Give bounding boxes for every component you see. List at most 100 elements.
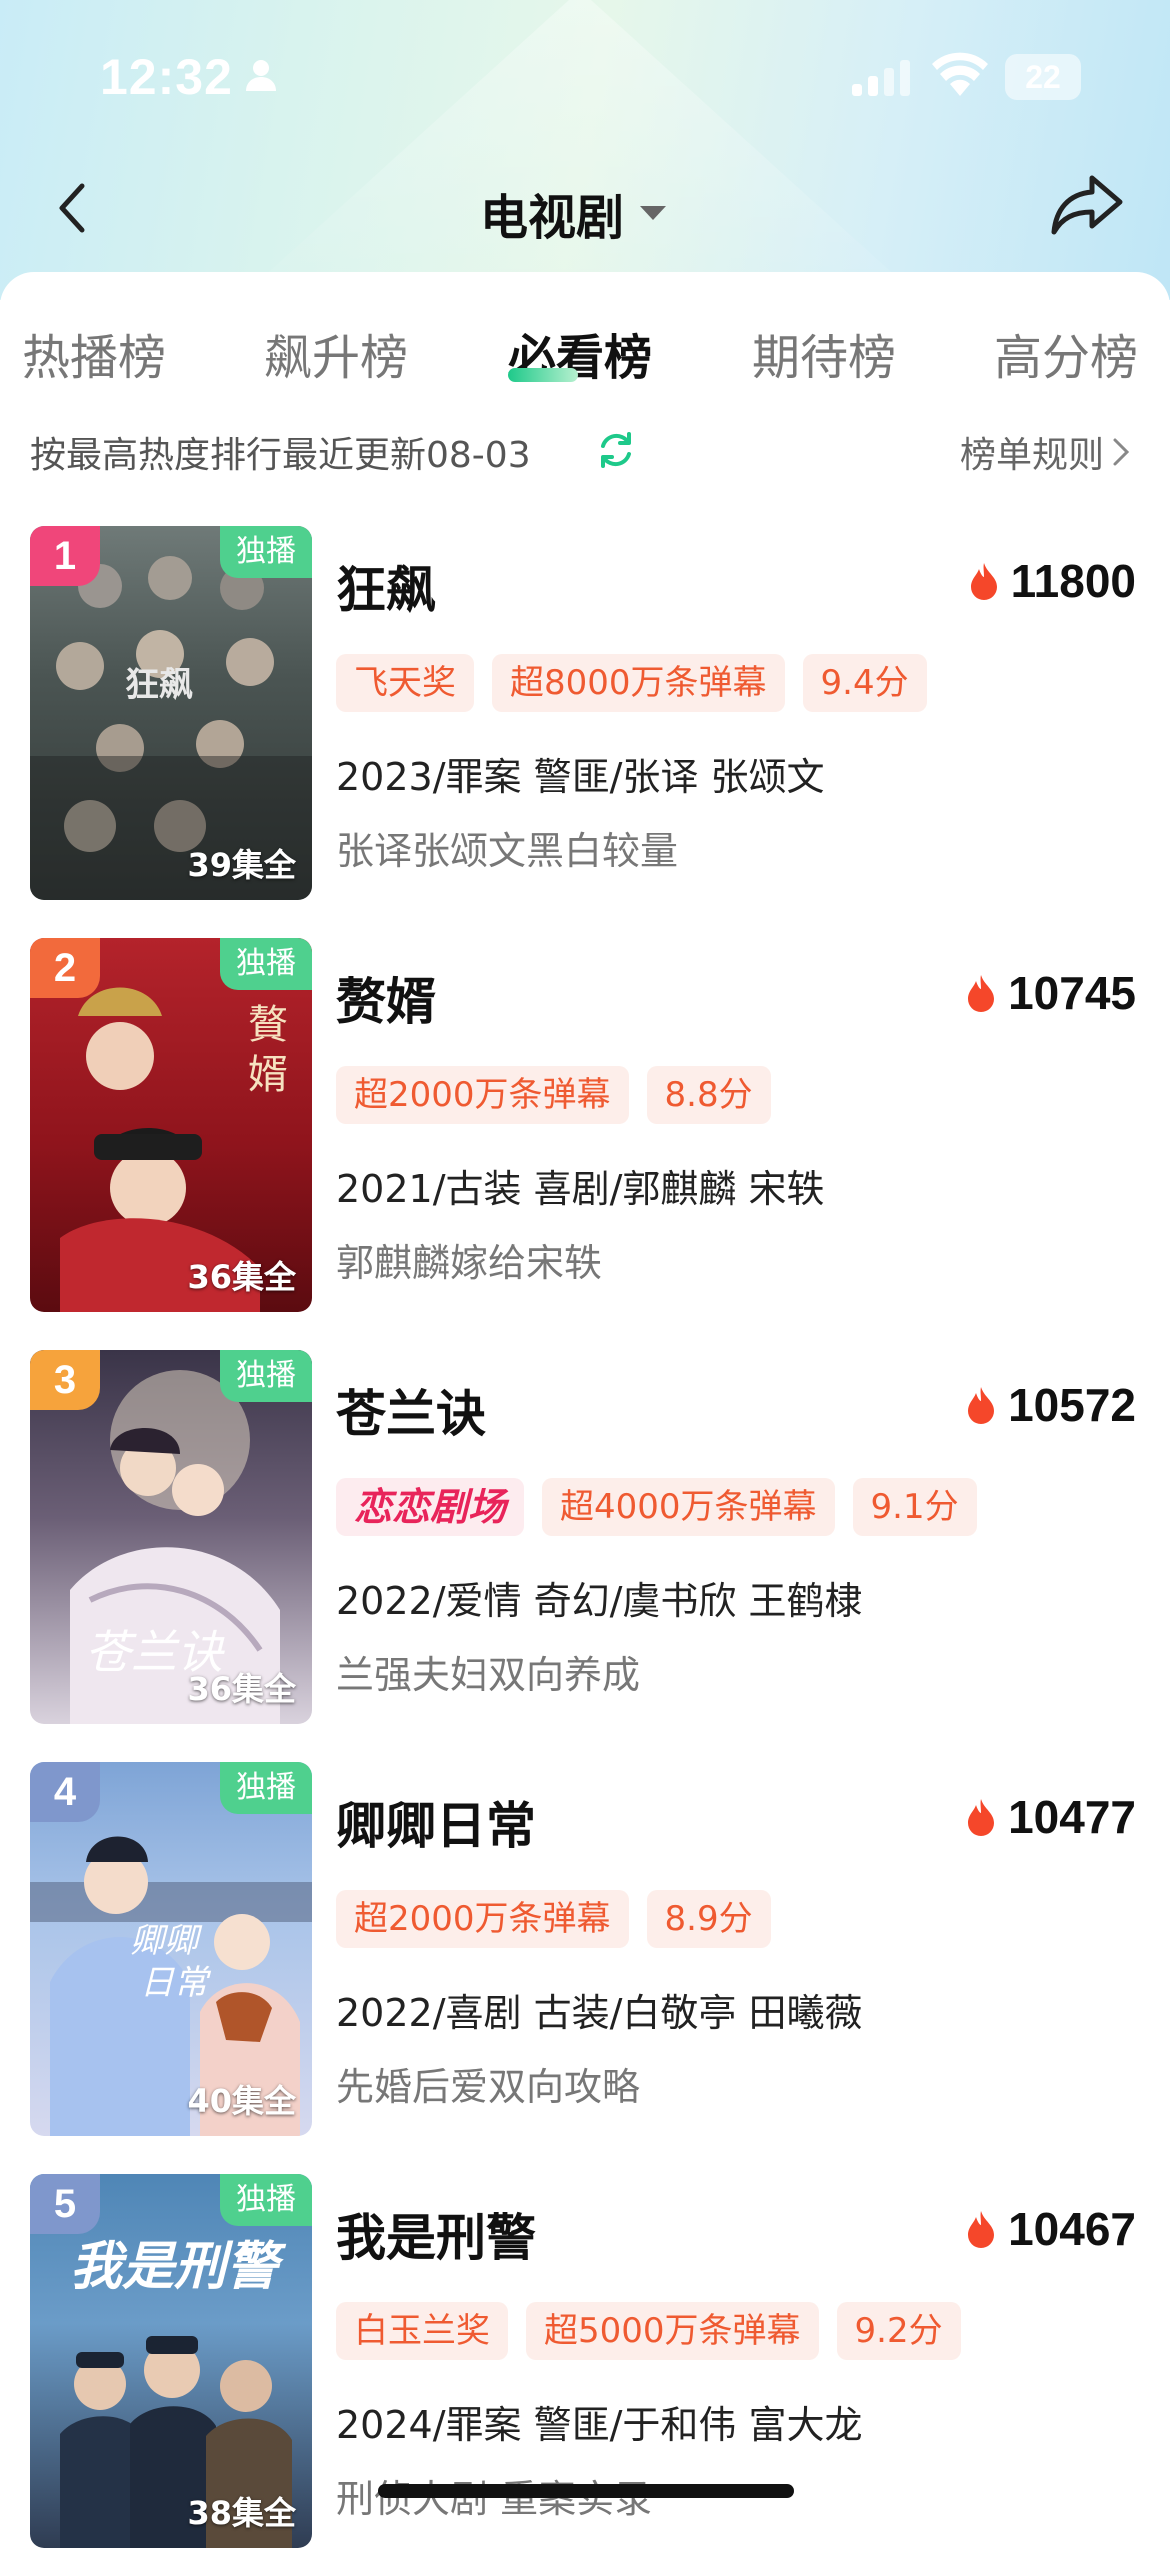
episode-count: 38集全 bbox=[187, 2494, 296, 2532]
poster-image[interactable]: 我是刑警 5 独播 38集全 bbox=[30, 2174, 312, 2548]
home-indicator[interactable] bbox=[378, 2484, 794, 2498]
exclusive-badge: 独播 bbox=[220, 1350, 312, 1402]
rank-badge: 2 bbox=[30, 938, 100, 998]
flame-icon bbox=[968, 2211, 995, 2248]
battery-indicator: 22 bbox=[1005, 54, 1081, 100]
svg-text:我是刑警: 我是刑警 bbox=[70, 2236, 287, 2297]
list-item[interactable]: 苍兰诀 3 独播 36集全 苍兰诀 10572 恋恋剧场 超4000万条弹幕 9… bbox=[0, 1350, 1170, 1750]
item-title[interactable]: 赘婿 bbox=[336, 962, 436, 1034]
ranking-rules-label: 榜单规则 bbox=[959, 435, 1104, 476]
ranking-tabs: 热播榜 飙升榜 必看榜 期待榜 高分榜 bbox=[0, 318, 1170, 386]
item-meta: 2022/爱情 奇幻/虞书欣 王鹤棣 bbox=[336, 1579, 863, 1623]
item-description: 兰强夫妇双向养成 bbox=[336, 1653, 641, 1697]
back-arrow-icon[interactable] bbox=[52, 180, 92, 236]
ranking-description: 按最高热度排行最近更新08-03 bbox=[30, 435, 531, 476]
item-description: 张译张颂文黑白较量 bbox=[336, 829, 679, 873]
tab-rising[interactable]: 飙升榜 bbox=[264, 318, 408, 388]
item-title[interactable]: 狂飙 bbox=[336, 550, 436, 622]
heat-value: 10467 bbox=[1008, 2203, 1136, 2255]
flame-icon bbox=[968, 975, 995, 1012]
heat-score: 10745 bbox=[964, 966, 1136, 1020]
tag: 9.4分 bbox=[802, 654, 927, 712]
nav-bar: 电视剧 bbox=[0, 160, 1170, 260]
tag-list: 超2000万条弹幕 8.8分 bbox=[336, 1066, 771, 1124]
tag: 9.1分 bbox=[852, 1478, 977, 1536]
tab-high-score[interactable]: 高分榜 bbox=[994, 318, 1138, 388]
wifi-icon bbox=[932, 52, 988, 96]
poster-image[interactable]: 狂飙 1 独播 39集全 bbox=[30, 526, 312, 900]
heat-score: 10467 bbox=[964, 2202, 1136, 2256]
svg-text:日常: 日常 bbox=[140, 1963, 212, 2003]
episode-count: 39集全 bbox=[187, 846, 296, 884]
tag: 白玉兰奖 bbox=[336, 2302, 508, 2360]
list-item[interactable]: 卿卿 日常 4 独播 40集全 卿卿日常 10477 超2000万条弹幕 8.9… bbox=[0, 1762, 1170, 2162]
tag-list: 白玉兰奖 超5000万条弹幕 9.2分 bbox=[336, 2302, 961, 2360]
lianlian-theater-logo: 恋恋剧场 bbox=[336, 1478, 525, 1536]
tag: 超2000万条弹幕 bbox=[336, 1890, 629, 1948]
tag: 8.8分 bbox=[646, 1066, 771, 1124]
tag: 超8000万条弹幕 bbox=[492, 654, 785, 712]
share-icon[interactable] bbox=[1048, 172, 1126, 238]
tag: 超4000万条弹幕 bbox=[542, 1478, 835, 1536]
item-meta: 2023/罪案 警匪/张译 张颂文 bbox=[336, 755, 825, 799]
exclusive-badge: 独播 bbox=[220, 938, 312, 990]
tag: 8.9分 bbox=[646, 1890, 771, 1948]
page-title: 电视剧 bbox=[480, 190, 625, 246]
heat-score: 11800 bbox=[967, 554, 1136, 608]
category-selector[interactable]: 电视剧 bbox=[480, 178, 668, 248]
poster-image[interactable]: 卿卿 日常 4 独播 40集全 bbox=[30, 1762, 312, 2136]
tag-list: 恋恋剧场 超4000万条弹幕 9.1分 bbox=[336, 1478, 977, 1536]
item-meta: 2024/罪案 警匪/于和伟 富大龙 bbox=[336, 2403, 863, 2447]
episode-count: 36集全 bbox=[187, 1258, 296, 1296]
caret-down-icon bbox=[640, 206, 667, 220]
tag-list: 飞天奖 超8000万条弹幕 9.4分 bbox=[336, 654, 927, 712]
item-title[interactable]: 卿卿日常 bbox=[336, 1786, 536, 1858]
status-bar: 12:32 22 bbox=[0, 0, 1170, 150]
item-description: 先婚后爱双向攻略 bbox=[336, 2065, 641, 2109]
person-icon bbox=[246, 60, 276, 91]
active-tab-indicator bbox=[508, 368, 578, 382]
heat-value: 10572 bbox=[1008, 1379, 1136, 1431]
tag: 超5000万条弹幕 bbox=[526, 2302, 819, 2360]
rank-badge: 5 bbox=[30, 2174, 100, 2234]
svg-text:卿卿: 卿卿 bbox=[130, 1921, 203, 1961]
heat-score: 10477 bbox=[964, 1790, 1136, 1844]
item-title[interactable]: 我是刑警 bbox=[336, 2198, 536, 2270]
exclusive-badge: 独播 bbox=[220, 1762, 312, 1814]
tag: 9.2分 bbox=[836, 2302, 961, 2360]
list-item[interactable]: 我是刑警 5 独播 38集全 我是刑警 10467 白玉兰奖 超5000万条弹幕… bbox=[0, 2174, 1170, 2574]
list-item[interactable]: 狂飙 1 独播 39集全 狂飙 11800 飞天奖 超8000万条弹幕 9.4分… bbox=[0, 526, 1170, 926]
chevron-right-icon bbox=[1113, 438, 1130, 466]
item-description: 郭麒麟嫁给宋轶 bbox=[336, 1241, 603, 1285]
episode-count: 40集全 bbox=[187, 2082, 296, 2120]
svg-text:婿: 婿 bbox=[248, 1052, 288, 1098]
tag-list: 超2000万条弹幕 8.9分 bbox=[336, 1890, 771, 1948]
refresh-icon[interactable] bbox=[596, 430, 636, 470]
flame-icon bbox=[968, 1387, 995, 1424]
poster-image[interactable]: 苍兰诀 3 独播 36集全 bbox=[30, 1350, 312, 1724]
status-time: 12:32 bbox=[100, 49, 233, 105]
item-title[interactable]: 苍兰诀 bbox=[336, 1374, 486, 1446]
item-meta: 2021/古装 喜剧/郭麒麟 宋轶 bbox=[336, 1167, 825, 1211]
item-meta: 2022/喜剧 古装/白敬亭 田曦薇 bbox=[336, 1991, 863, 2035]
rank-badge: 3 bbox=[30, 1350, 100, 1410]
rank-badge: 4 bbox=[30, 1762, 100, 1822]
svg-text:狂飙: 狂飙 bbox=[125, 665, 193, 705]
poster-image[interactable]: 贅 婿 2 独播 36集全 bbox=[30, 938, 312, 1312]
heat-value: 10477 bbox=[1008, 1791, 1136, 1843]
tab-hot[interactable]: 热播榜 bbox=[22, 318, 166, 388]
tab-anticipated[interactable]: 期待榜 bbox=[752, 318, 896, 388]
heat-score: 10572 bbox=[964, 1378, 1136, 1432]
cellular-signal-icon bbox=[852, 60, 910, 96]
episode-count: 36集全 bbox=[187, 1670, 296, 1708]
rank-badge: 1 bbox=[30, 526, 100, 586]
list-item[interactable]: 贅 婿 2 独播 36集全 赘婿 10745 超2000万条弹幕 8.8分 20… bbox=[0, 938, 1170, 1338]
flame-icon bbox=[968, 1799, 995, 1836]
tag: 超2000万条弹幕 bbox=[336, 1066, 629, 1124]
tag: 飞天奖 bbox=[336, 654, 474, 712]
heat-value: 10745 bbox=[1008, 967, 1136, 1019]
ranking-rules-link[interactable]: 榜单规则 bbox=[960, 426, 1130, 478]
heat-value: 11800 bbox=[1010, 555, 1136, 607]
exclusive-badge: 独播 bbox=[220, 526, 312, 578]
exclusive-badge: 独播 bbox=[220, 2174, 312, 2226]
